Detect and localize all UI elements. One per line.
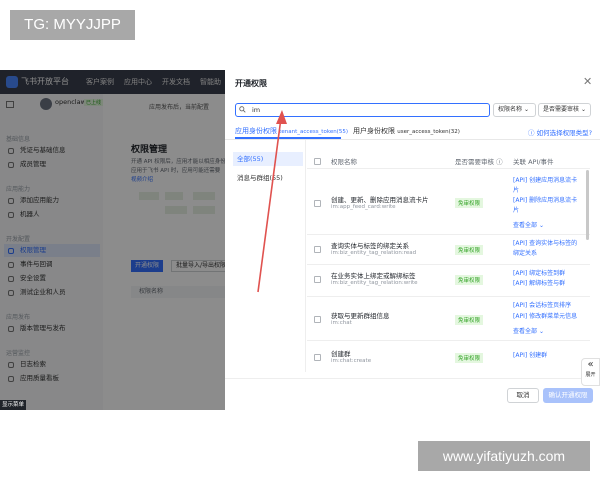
annotation-arrow	[257, 110, 287, 293]
arrow-shaft	[257, 117, 282, 293]
arrow-head	[276, 110, 287, 124]
